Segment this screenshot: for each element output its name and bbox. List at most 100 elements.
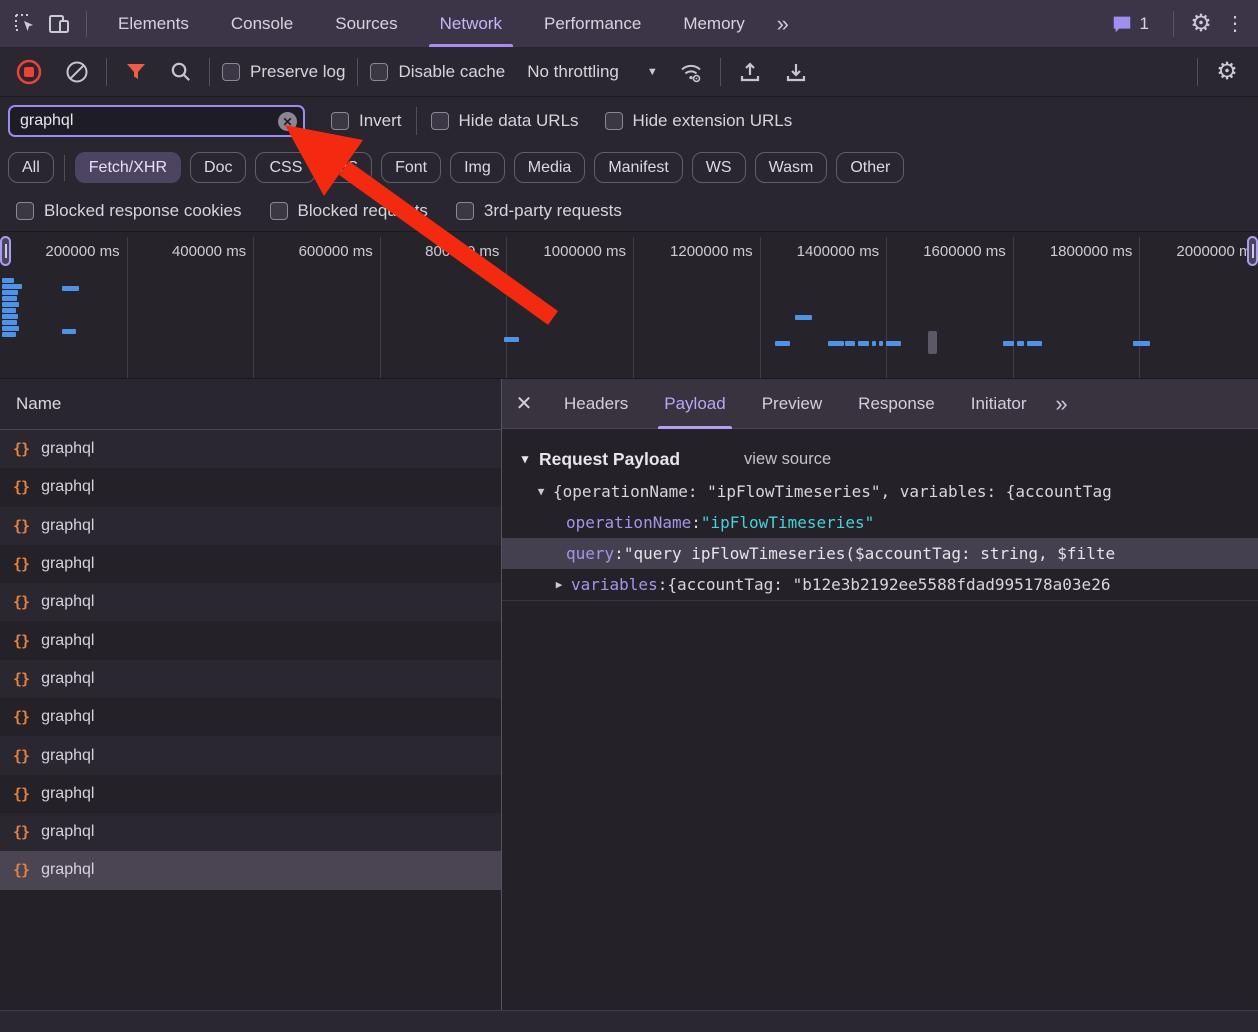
detail-tab-initiator[interactable]: Initiator: [953, 379, 1045, 429]
timeline-tick-label: 2000000 ms: [1139, 243, 1258, 267]
request-row[interactable]: {}graphql: [0, 660, 501, 698]
checkbox: [222, 63, 240, 81]
third-party-requests-checkbox[interactable]: 3rd-party requests: [456, 201, 622, 221]
chip-fetch-xhr[interactable]: Fetch/XHR: [75, 152, 181, 183]
invert-checkbox[interactable]: Invert: [331, 111, 402, 131]
network-conditions-icon[interactable]: [674, 55, 708, 89]
chip-media[interactable]: Media: [514, 152, 586, 183]
disable-cache-checkbox[interactable]: Disable cache: [370, 62, 505, 82]
request-row[interactable]: {}graphql: [0, 430, 501, 468]
more-detail-tabs-icon[interactable]: »: [1044, 387, 1078, 421]
request-timing-bar: [1133, 341, 1150, 346]
request-name: graphql: [41, 555, 94, 573]
request-row[interactable]: {}graphql: [0, 851, 501, 889]
request-row[interactable]: {}graphql: [0, 545, 501, 583]
chip-ws[interactable]: WS: [692, 152, 746, 183]
timeline-tick-label: 1200000 ms: [633, 243, 760, 267]
collapse-icon: ▼: [518, 452, 532, 466]
panel-resize-handle[interactable]: [501, 379, 502, 1032]
timeline-gridline: [380, 237, 381, 378]
json-request-icon: {}: [13, 823, 29, 841]
filter-input-wrapper: ✕: [8, 105, 305, 137]
more-tabs-icon[interactable]: »: [766, 7, 800, 41]
inspect-element-icon[interactable]: [8, 7, 42, 41]
request-row[interactable]: {}graphql: [0, 736, 501, 774]
payload-row-variables[interactable]: ▶ variables: {accountTag: "b12e3b2192ee5…: [502, 569, 1258, 600]
detail-tab-response[interactable]: Response: [840, 379, 953, 429]
payload-row-query[interactable]: query: "query ipFlowTimeseries($accountT…: [502, 538, 1258, 569]
blocked-requests-checkbox[interactable]: Blocked requests: [270, 201, 428, 221]
timeline-gridline: [127, 237, 128, 378]
device-toolbar-icon[interactable]: [42, 7, 76, 41]
timeline-tick-label: 800000 ms: [380, 243, 507, 267]
chip-manifest[interactable]: Manifest: [594, 152, 682, 183]
throttling-select[interactable]: No throttling ▼: [527, 62, 658, 82]
request-name: graphql: [41, 478, 94, 496]
record-network-log-icon[interactable]: [12, 55, 46, 89]
tab-console[interactable]: Console: [210, 0, 314, 47]
request-name: graphql: [41, 517, 94, 535]
overview-right-handle[interactable]: [1247, 236, 1258, 266]
console-messages-button[interactable]: 1: [1111, 13, 1149, 35]
request-row[interactable]: {}graphql: [0, 507, 501, 545]
requests-panel: Name {}graphql{}graphql{}graphql{}graphq…: [0, 379, 501, 1032]
tab-performance[interactable]: Performance: [523, 0, 662, 47]
network-overview-timeline[interactable]: 200000 ms400000 ms600000 ms800000 ms1000…: [0, 232, 1258, 379]
close-icon[interactable]: ✕: [502, 379, 546, 429]
chip-all[interactable]: All: [8, 152, 54, 183]
request-row[interactable]: {}graphql: [0, 621, 501, 659]
chip-img[interactable]: Img: [450, 152, 505, 183]
tab-memory[interactable]: Memory: [662, 0, 765, 47]
request-row[interactable]: {}graphql: [0, 468, 501, 506]
export-har-icon[interactable]: [779, 55, 813, 89]
request-row[interactable]: {}graphql: [0, 775, 501, 813]
checkbox: [431, 112, 449, 130]
filter-input[interactable]: [10, 112, 303, 130]
request-row[interactable]: {}graphql: [0, 583, 501, 621]
search-icon[interactable]: [163, 55, 197, 89]
request-timing-bar: [2, 284, 22, 289]
chip-js[interactable]: JS: [325, 152, 372, 183]
tab-elements[interactable]: Elements: [97, 0, 210, 47]
network-settings-icon[interactable]: ⚙: [1210, 55, 1244, 89]
import-har-icon[interactable]: [733, 55, 767, 89]
chip-css[interactable]: CSS: [255, 152, 316, 183]
request-name: graphql: [41, 440, 94, 458]
detail-tab-preview[interactable]: Preview: [744, 379, 840, 429]
request-row[interactable]: {}graphql: [0, 813, 501, 851]
payload-row-operation-name[interactable]: operationName: "ipFlowTimeseries": [502, 507, 1258, 538]
hide-data-urls-checkbox[interactable]: Hide data URLs: [431, 111, 579, 131]
overview-left-handle[interactable]: [0, 236, 11, 266]
preserve-log-checkbox[interactable]: Preserve log: [222, 62, 345, 82]
request-row[interactable]: {}graphql: [0, 698, 501, 736]
chip-doc[interactable]: Doc: [190, 152, 246, 183]
request-name: graphql: [41, 593, 94, 611]
timeline-gridline: [506, 237, 507, 378]
chip-font[interactable]: Font: [381, 152, 441, 183]
message-bubble-icon: [1111, 13, 1133, 35]
settings-icon[interactable]: ⚙: [1184, 7, 1218, 41]
detail-tab-payload[interactable]: Payload: [646, 379, 743, 429]
timeline-tick-label: 1400000 ms: [760, 243, 887, 267]
blocked-response-cookies-checkbox[interactable]: Blocked response cookies: [16, 201, 242, 221]
request-timing-bar: [872, 341, 876, 346]
payload-root-row[interactable]: ▼ {operationName: "ipFlowTimeseries", va…: [502, 476, 1258, 507]
request-timing-bar: [2, 302, 19, 307]
tab-network[interactable]: Network: [419, 0, 523, 47]
clear-network-log-icon[interactable]: [60, 55, 94, 89]
request-name: graphql: [41, 747, 94, 765]
chip-other[interactable]: Other: [836, 152, 904, 183]
hide-extension-urls-checkbox[interactable]: Hide extension URLs: [605, 111, 793, 131]
devtools-window: Elements Console Sources Network Perform…: [0, 0, 1258, 1032]
chip-wasm[interactable]: Wasm: [755, 152, 828, 183]
timeline-tick-label: 1800000 ms: [1013, 243, 1140, 267]
detail-tab-headers[interactable]: Headers: [546, 379, 646, 429]
tab-sources[interactable]: Sources: [314, 0, 418, 47]
view-source-toggle[interactable]: view source: [744, 450, 831, 469]
name-column-header[interactable]: Name: [0, 379, 501, 430]
menu-kebab-icon[interactable]: ⋮: [1218, 7, 1252, 41]
request-payload-section[interactable]: ▼ Request Payload view source: [502, 442, 1258, 476]
request-timing-bar: [1027, 341, 1042, 346]
filter-icon[interactable]: [119, 55, 153, 89]
clear-filter-icon[interactable]: ✕: [278, 112, 297, 131]
